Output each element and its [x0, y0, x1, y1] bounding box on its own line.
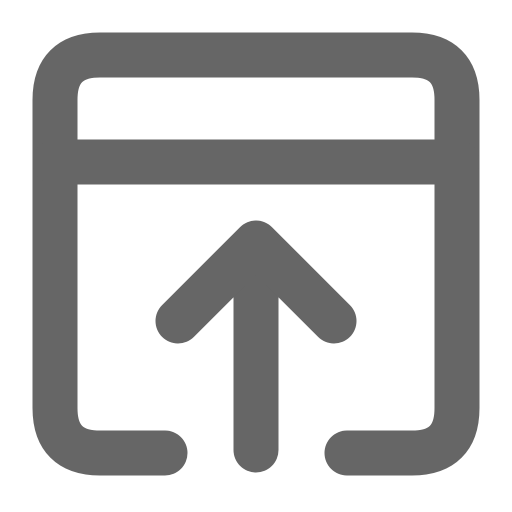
icon-canvas [0, 0, 512, 512]
window-upload-icon [32, 32, 480, 476]
